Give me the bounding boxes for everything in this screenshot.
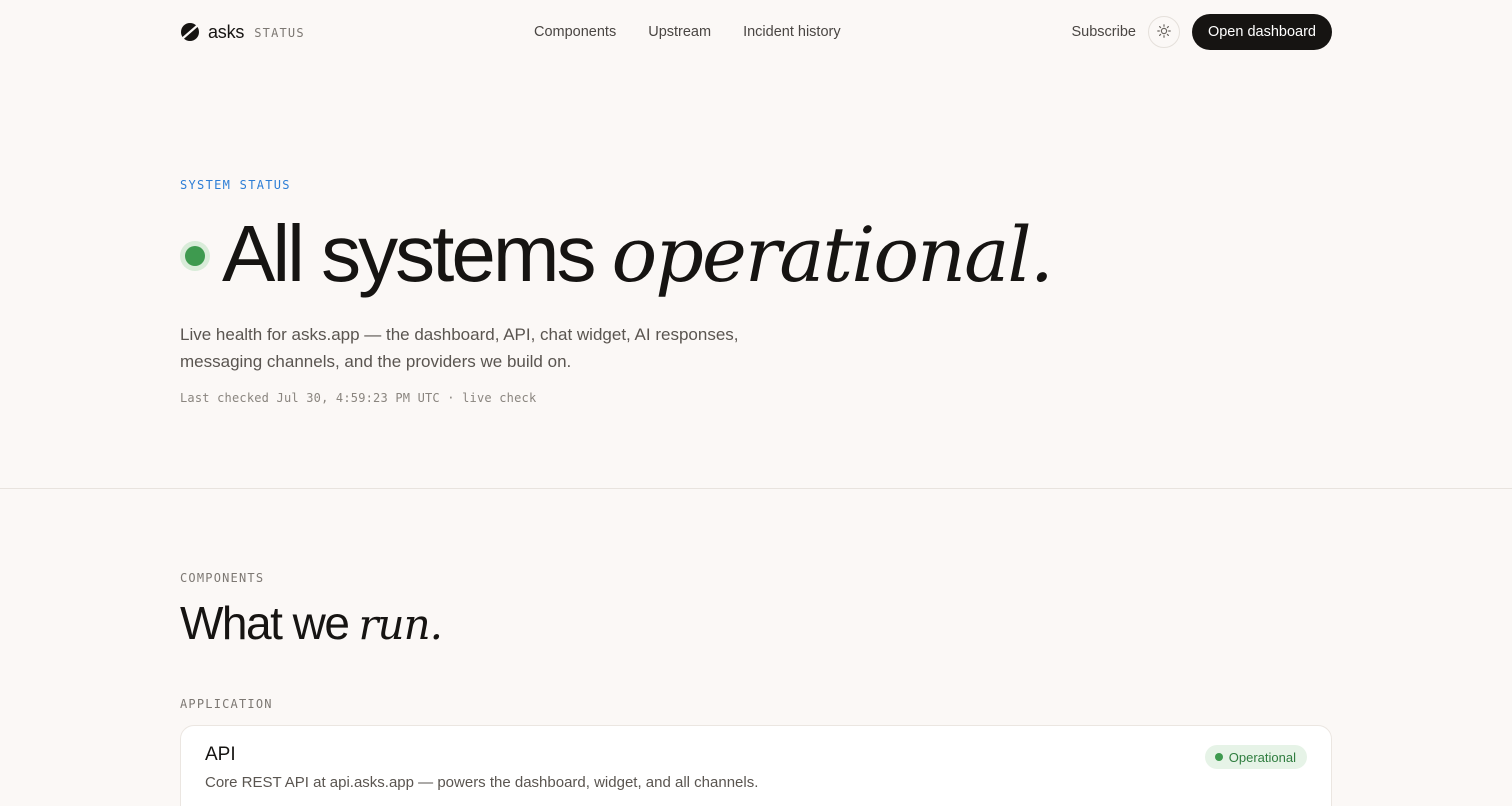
- status-dot-icon: [1214, 753, 1223, 761]
- open-dashboard-button[interactable]: Open dashboard: [1191, 14, 1332, 50]
- component-name: API: [205, 744, 236, 765]
- hero-title: All systems operational.: [180, 206, 1054, 302]
- components-title-italic: run.: [358, 600, 443, 649]
- top-header: asks STATUS Components Upstream Incident…: [180, 14, 1332, 50]
- main-nav: Components Upstream Incident history: [534, 14, 841, 50]
- status-badge-label: Operational: [1228, 749, 1296, 765]
- nav-upstream[interactable]: Upstream: [648, 24, 711, 40]
- subscribe-link[interactable]: Subscribe: [1071, 24, 1135, 40]
- hero-title-plain: All systems: [222, 209, 596, 298]
- hero-description: Live health for asks.app — the dashboard…: [180, 325, 739, 371]
- brand-tag: STATUS: [254, 26, 305, 40]
- nav-components[interactable]: Components: [534, 24, 616, 40]
- status-page: asks STATUS Components Upstream Incident…: [0, 0, 1512, 806]
- last-checked-timestamp: Last checked Jul 30, 4:59:23 PM UTC · li…: [180, 391, 537, 405]
- sun-icon: [1157, 23, 1171, 41]
- section-divider: [0, 488, 1512, 489]
- nav-incident-history[interactable]: Incident history: [743, 24, 841, 40]
- components-eyebrow: COMPONENTS: [180, 571, 265, 585]
- component-description: Core REST API at api.asks.app — powers t…: [205, 774, 759, 791]
- brand-name: asks: [208, 21, 245, 42]
- slashed-circle-logo-icon: [180, 22, 200, 42]
- status-badge: Operational: [1204, 745, 1307, 769]
- header-actions: Subscribe Open dashboard: [1071, 14, 1332, 50]
- component-card-api[interactable]: API Core REST API at api.asks.app — powe…: [180, 725, 1332, 806]
- brand[interactable]: asks STATUS: [180, 22, 305, 43]
- components-title: What we run.: [180, 596, 443, 656]
- hero-title-italic: operational.: [611, 209, 1054, 299]
- status-indicator: [180, 241, 210, 271]
- theme-toggle-button[interactable]: [1147, 16, 1180, 48]
- components-title-plain: What we: [180, 597, 350, 649]
- system-status-eyebrow: SYSTEM STATUS: [180, 178, 291, 192]
- status-dot-icon: [185, 246, 205, 266]
- group-label-application: APPLICATION: [180, 697, 273, 711]
